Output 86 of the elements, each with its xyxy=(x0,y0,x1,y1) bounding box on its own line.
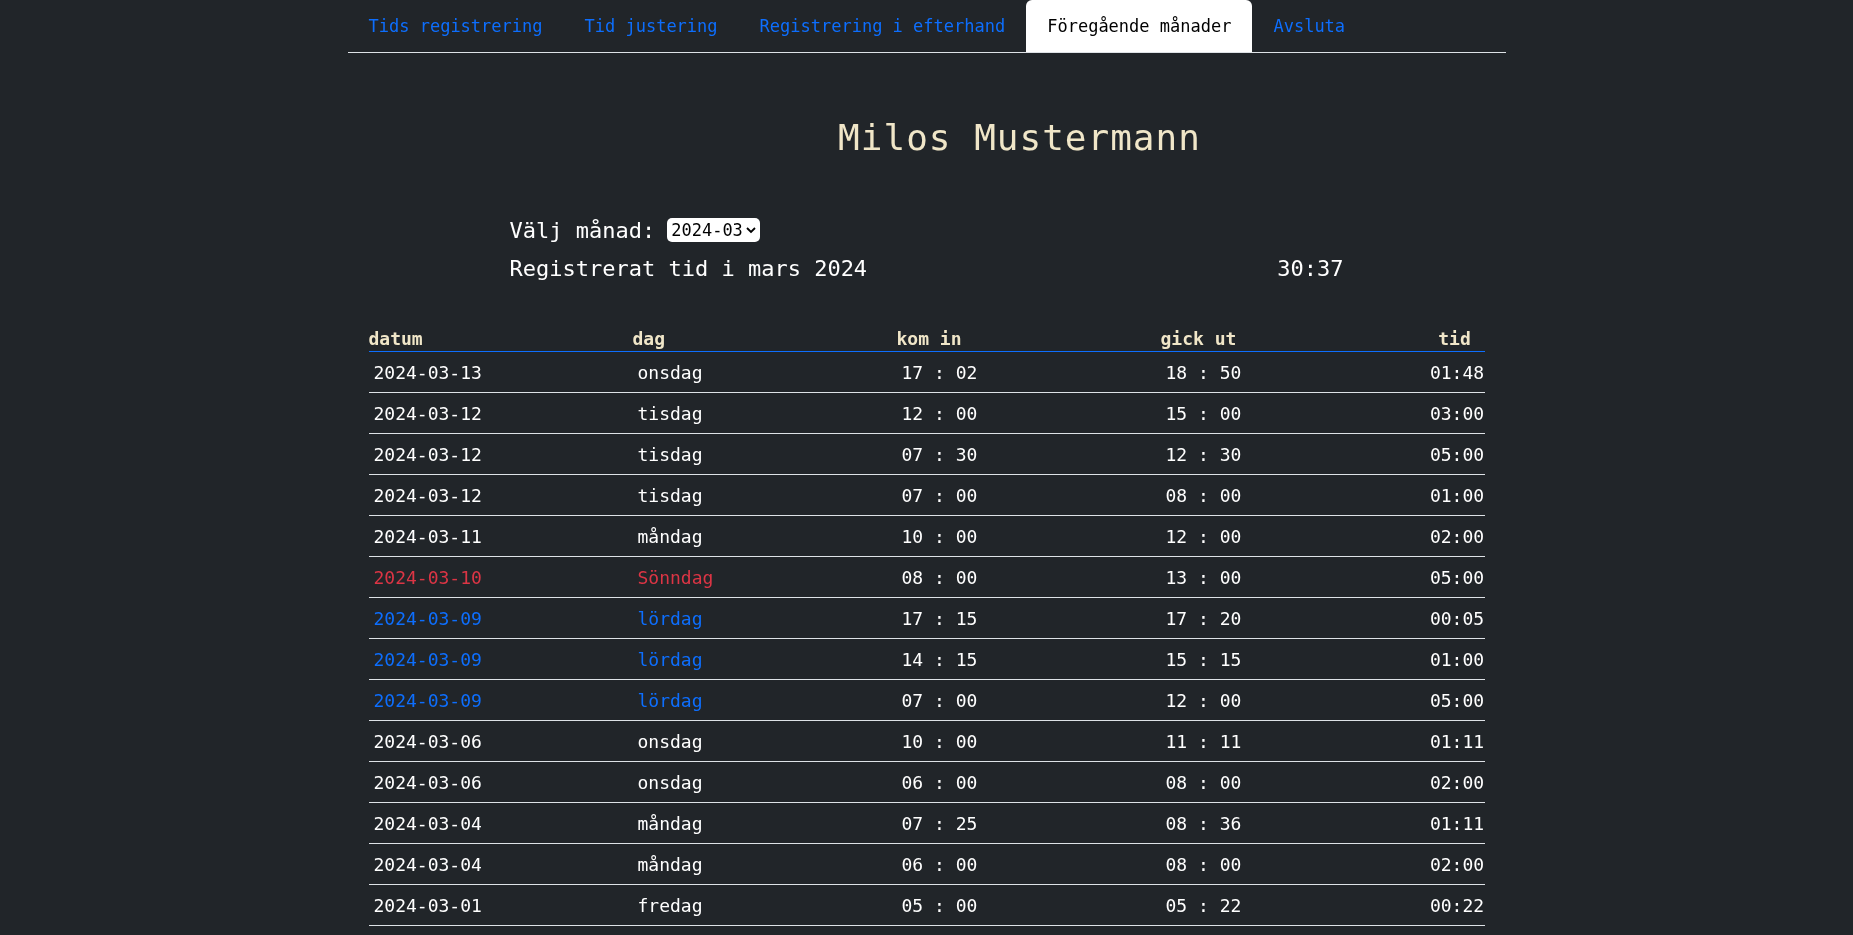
table-cell: 15 : 15 xyxy=(1160,638,1425,680)
column-header: dag xyxy=(632,325,897,352)
table-cell: 07 : 30 xyxy=(896,433,1161,475)
table-cell: 13 : 00 xyxy=(1160,556,1425,598)
column-header: kom in xyxy=(896,325,1161,352)
user-name: Milos Mustermann xyxy=(837,117,1202,159)
summary-total: 30:37 xyxy=(1277,255,1344,281)
nav-tab[interactable]: Avsluta xyxy=(1252,0,1367,52)
table-cell: lördag xyxy=(632,597,897,639)
table-cell: 2024-03-09 xyxy=(368,679,633,721)
table-cell: måndag xyxy=(632,802,897,844)
table-cell: 15 : 00 xyxy=(1160,392,1425,434)
table-cell: 2024-03-13 xyxy=(368,351,633,393)
table-cell: 05:00 xyxy=(1424,679,1485,721)
table-cell: tisdag xyxy=(632,474,897,516)
table-cell: lördag xyxy=(632,638,897,680)
table-cell: 05 : 22 xyxy=(1160,884,1425,926)
table-cell: fredag xyxy=(632,884,897,926)
table-cell: 05:00 xyxy=(1424,433,1485,475)
column-header: datum xyxy=(368,325,633,352)
table-cell: 10 : 00 xyxy=(896,720,1161,762)
table-cell: 2024-03-09 xyxy=(368,638,633,680)
table-cell: 05:00 xyxy=(1424,556,1485,598)
table-cell: 18 : 50 xyxy=(1160,351,1425,393)
table-cell: onsdag xyxy=(632,351,897,393)
table-cell: 2024-03-12 xyxy=(368,474,633,516)
table-cell: 01:11 xyxy=(1424,802,1485,844)
table-cell: 2024-03-06 xyxy=(368,720,633,762)
table-cell: 00:05 xyxy=(1424,597,1485,639)
table-cell: 2024-03-10 xyxy=(368,556,633,598)
table-cell: 07 : 00 xyxy=(896,474,1161,516)
table-cell: 17 : 02 xyxy=(896,351,1161,393)
table-cell: 12 : 00 xyxy=(896,392,1161,434)
table-cell: 2024-03-12 xyxy=(368,433,633,475)
column-header: gick ut xyxy=(1160,325,1425,352)
table-cell: tisdag xyxy=(632,392,897,434)
nav-tab[interactable]: Föregående månader xyxy=(1026,0,1253,52)
table-cell: 10 : 00 xyxy=(896,515,1161,557)
table-cell: 2024-03-11 xyxy=(368,515,633,557)
chevron-down-icon xyxy=(745,226,756,234)
summary-label: Registrerat tid i mars 2024 xyxy=(509,255,868,281)
table-cell: 02:00 xyxy=(1424,515,1485,557)
table-cell: tisdag xyxy=(632,433,897,475)
table-cell: 01:00 xyxy=(1424,638,1485,680)
table-cell: 11 : 11 xyxy=(1160,720,1425,762)
table-cell: måndag xyxy=(632,843,897,885)
table-cell: 03:00 xyxy=(1424,392,1485,434)
table-cell: 12 : 00 xyxy=(1160,515,1425,557)
table-cell: 08 : 36 xyxy=(1160,802,1425,844)
table-cell: 17 : 15 xyxy=(896,597,1161,639)
nav-tab[interactable]: Tid justering xyxy=(563,0,739,52)
table-cell: 2024-03-04 xyxy=(368,802,633,844)
table-cell: 08 : 00 xyxy=(1160,474,1425,516)
table-cell: 12 : 30 xyxy=(1160,433,1425,475)
table-cell: 02:00 xyxy=(1424,761,1485,803)
table-cell: Sönndag xyxy=(632,556,897,598)
table-cell: 14 : 15 xyxy=(896,638,1161,680)
table-cell: 08 : 00 xyxy=(1160,761,1425,803)
table-cell: 2024-03-12 xyxy=(368,392,633,434)
column-header: tid xyxy=(1424,325,1485,352)
table-cell: 07 : 25 xyxy=(896,802,1161,844)
month-select[interactable]: 2024-03 xyxy=(667,218,760,242)
table-cell: 00:22 xyxy=(1424,884,1485,926)
table-cell: onsdag xyxy=(632,720,897,762)
table-cell: 12 : 00 xyxy=(1160,679,1425,721)
table-cell: 06 : 00 xyxy=(896,843,1161,885)
table-cell: 2024-03-04 xyxy=(368,843,633,885)
table-cell: 08 : 00 xyxy=(1160,843,1425,885)
nav-tab[interactable]: Registrering i efterhand xyxy=(738,0,1027,52)
month-label: Välj månad: xyxy=(509,217,656,243)
table-cell: 17 : 20 xyxy=(1160,597,1425,639)
table-cell: lördag xyxy=(632,679,897,721)
table-cell: 02:00 xyxy=(1424,843,1485,885)
table-cell: 01:00 xyxy=(1424,474,1485,516)
table-cell: måndag xyxy=(632,515,897,557)
table-cell: 2024-03-09 xyxy=(368,597,633,639)
table-cell: 01:48 xyxy=(1424,351,1485,393)
nav-tab[interactable]: Tids registrering xyxy=(347,0,564,52)
table-cell: 06 : 00 xyxy=(896,761,1161,803)
table-cell: 08 : 00 xyxy=(896,556,1161,598)
table-cell: 2024-03-06 xyxy=(368,761,633,803)
table-cell: 05 : 00 xyxy=(896,884,1161,926)
table-cell: 2024-03-01 xyxy=(368,884,633,926)
table-cell: 07 : 00 xyxy=(896,679,1161,721)
table-cell: onsdag xyxy=(632,761,897,803)
table-cell: 01:11 xyxy=(1424,720,1485,762)
